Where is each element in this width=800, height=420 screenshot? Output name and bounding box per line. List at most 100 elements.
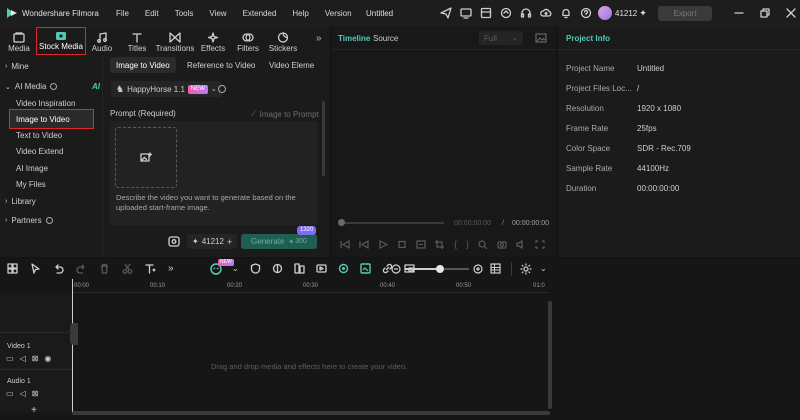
timeline-settings-icon[interactable] <box>520 263 532 275</box>
zoom-icon[interactable] <box>478 239 488 249</box>
zoom-out-icon[interactable] <box>391 264 401 274</box>
prompt-box[interactable]: Describe the video you want to generate … <box>110 121 318 225</box>
tab-stickers[interactable]: Stickers <box>268 29 298 53</box>
camera-icon[interactable] <box>497 240 507 249</box>
smart-cutout-icon[interactable] <box>360 263 371 274</box>
account-area[interactable]: 41212 ✦ <box>598 6 647 20</box>
play-icon[interactable] <box>378 239 388 249</box>
chevron-down-icon[interactable]: ⌄ <box>232 264 239 273</box>
nav-mine[interactable]: › Mine <box>5 62 29 71</box>
bell-icon[interactable] <box>560 7 572 19</box>
export-button[interactable]: Export <box>658 6 712 21</box>
tab-effects[interactable]: Effects <box>200 29 226 53</box>
folder-icon[interactable]: ▭ <box>6 389 14 398</box>
add-text-icon[interactable] <box>145 263 156 274</box>
nav-partners[interactable]: › Partners <box>5 216 53 225</box>
menu-version[interactable]: Version <box>325 9 352 18</box>
track-header-resize-handle[interactable] <box>70 323 78 345</box>
volume-icon[interactable] <box>516 239 526 249</box>
playback-scrubber[interactable] <box>340 222 444 224</box>
lock-icon[interactable]: ⊠ <box>32 389 39 398</box>
subtab-reference-to-video[interactable]: Reference to Video <box>181 57 261 73</box>
folder-icon[interactable]: ▭ <box>6 354 14 363</box>
previous-frame-icon[interactable] <box>340 239 350 249</box>
send-icon[interactable] <box>440 7 452 19</box>
nav-item-video-extend[interactable]: Video Extend <box>16 147 63 156</box>
headphones-icon[interactable] <box>520 7 532 19</box>
subtab-video-elements[interactable]: Video Eleme <box>263 57 320 73</box>
menu-extended[interactable]: Extended <box>243 9 277 18</box>
tab-transitions[interactable]: Transitions <box>156 29 194 53</box>
speaker-icon[interactable]: ◁ <box>20 389 26 398</box>
ai-info-icon[interactable] <box>50 83 58 90</box>
credits-display[interactable]: ✦ 41212 + <box>187 234 238 249</box>
tab-filters[interactable]: Filters <box>235 29 261 53</box>
settings-chevron-icon[interactable]: ⌄ <box>540 264 547 273</box>
speaker-icon[interactable]: ◁ <box>20 354 26 363</box>
color-match-icon[interactable] <box>272 263 283 274</box>
delete-icon[interactable] <box>99 263 110 274</box>
menu-help[interactable]: Help <box>292 9 308 18</box>
motion-track-icon[interactable] <box>316 263 327 274</box>
image-to-prompt-button[interactable]: ⟋ Image to Prompt <box>251 109 319 119</box>
mark-out-icon[interactable]: } <box>466 239 469 249</box>
cut-icon[interactable] <box>122 263 133 274</box>
render-preview-icon[interactable] <box>416 239 426 249</box>
close-icon[interactable] <box>786 8 796 18</box>
table-view-icon[interactable] <box>490 263 501 274</box>
layout-grid-icon[interactable] <box>7 263 18 274</box>
nav-item-video-inspiration[interactable]: Video Inspiration <box>16 99 75 108</box>
nav-ai-media[interactable]: ⌄ AI Media AI <box>5 82 100 91</box>
subtab-image-to-video[interactable]: Image to Video <box>110 57 176 73</box>
upload-image-dropzone[interactable] <box>115 127 177 188</box>
step-back-icon[interactable] <box>359 239 369 249</box>
nav-item-image-to-video[interactable]: Image to Video <box>16 115 70 124</box>
stop-icon[interactable] <box>397 240 407 249</box>
model-selector[interactable]: ♞ HappyHorse 1.1 NEW ⌄ <box>111 81 222 97</box>
add-track-icon[interactable]: + <box>31 405 37 416</box>
eye-icon[interactable]: ◉ <box>44 354 51 363</box>
redo-icon[interactable] <box>76 263 87 274</box>
settings-sliders-icon[interactable] <box>168 236 180 247</box>
undo-icon[interactable] <box>53 263 64 274</box>
menu-view[interactable]: View <box>209 9 226 18</box>
prompt-scrollbar[interactable] <box>322 101 325 176</box>
community-icon[interactable] <box>500 7 512 19</box>
tab-stock-media[interactable]: Stock Media <box>36 27 86 55</box>
tab-media[interactable]: Media <box>4 29 34 53</box>
help-chat-icon[interactable] <box>580 7 592 19</box>
tab-timeline[interactable]: Timeline <box>338 34 370 43</box>
cloud-upload-icon[interactable] <box>540 7 552 19</box>
zoom-in-icon[interactable] <box>473 264 483 274</box>
tabs-expand-icon[interactable]: » <box>316 33 322 44</box>
screen-record-icon[interactable] <box>460 7 472 19</box>
split-audio-icon[interactable] <box>294 263 305 274</box>
ai-portrait-icon[interactable] <box>338 263 349 274</box>
template-icon[interactable] <box>480 7 492 19</box>
menu-tools[interactable]: Tools <box>175 9 194 18</box>
fullscreen-icon[interactable] <box>535 239 545 249</box>
partners-info-icon[interactable] <box>45 217 53 224</box>
lock-icon[interactable]: ⊠ <box>32 354 39 363</box>
playhead[interactable] <box>72 279 73 413</box>
nav-item-ai-image[interactable]: AI Image <box>16 164 48 173</box>
nav-library[interactable]: › Library <box>5 197 36 206</box>
snapshot-icon[interactable] <box>535 33 547 43</box>
crop-icon[interactable] <box>435 239 445 249</box>
tab-audio[interactable]: Audio <box>89 29 115 53</box>
restore-icon[interactable] <box>760 8 770 18</box>
timeline-vertical-scrollbar[interactable] <box>548 301 552 409</box>
toolbar-expand-icon[interactable]: » <box>168 263 174 274</box>
zoom-slider-handle[interactable] <box>435 265 444 273</box>
shield-icon[interactable] <box>250 263 261 274</box>
generate-button[interactable]: Generate ✦ 300 <box>241 234 317 249</box>
menu-edit[interactable]: Edit <box>145 9 159 18</box>
nav-item-my-files[interactable]: My Files <box>16 180 46 189</box>
timeline-horizontal-scrollbar[interactable] <box>72 411 550 415</box>
nav-item-text-to-video[interactable]: Text to Video <box>16 131 62 140</box>
mark-in-icon[interactable]: { <box>454 239 457 249</box>
scrubber-handle[interactable] <box>338 219 345 226</box>
avatar[interactable] <box>598 6 612 20</box>
tab-titles[interactable]: Titles <box>124 29 150 53</box>
tab-source[interactable]: Source <box>373 34 398 43</box>
